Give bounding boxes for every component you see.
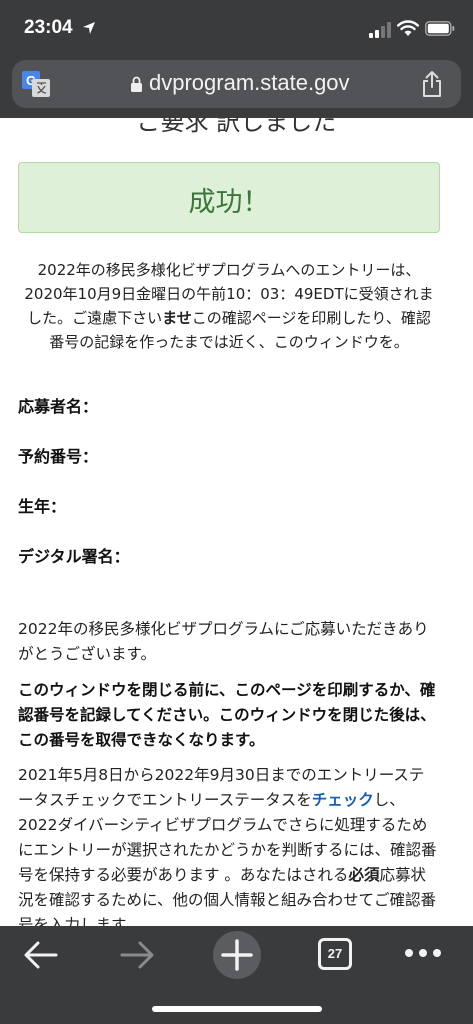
share-icon[interactable] — [420, 70, 444, 98]
warning-text: このウィンドウを閉じる前に、このページを印刷するか、確認番号を記録してください。… — [18, 681, 436, 749]
url-text[interactable]: dvprogram.state.gov — [149, 70, 350, 96]
lock-icon — [131, 76, 142, 92]
cellular-signal-icon — [369, 22, 391, 38]
wifi-icon — [397, 20, 419, 36]
address-bar[interactable]: G dvprogram.state.gov — [12, 60, 461, 108]
plus-icon — [221, 939, 253, 971]
tab-switcher-button[interactable]: 27 — [318, 938, 352, 970]
home-indicator — [152, 1006, 322, 1012]
more-menu-icon[interactable] — [403, 946, 443, 960]
browser-toolbar: 27 — [0, 926, 473, 1024]
status-check-bold: 必須 — [348, 866, 380, 884]
back-arrow-icon[interactable] — [22, 938, 60, 972]
battery-icon — [425, 21, 455, 36]
applicant-name-label: 応募者名： — [18, 397, 99, 416]
digital-signature-label: デジタル署名： — [18, 547, 130, 566]
browser-top-chrome: 23:04 G dvprogram.state.gov — [0, 0, 473, 118]
status-check-text: 2021年5月8日から2022年9月30日までのエントリーステータスチェックでエ… — [18, 763, 438, 926]
status-bar: 23:04 — [0, 0, 473, 58]
clipped-heading: ご要求 訳しました — [136, 118, 337, 136]
forward-arrow-icon[interactable] — [118, 938, 156, 972]
intro-text: 2022年の移民多様化ビザプログラムへのエントリーは、2020年10月9日金曜日… — [20, 258, 438, 354]
new-tab-button[interactable] — [213, 931, 261, 979]
confirmation-number-label: 予約番号： — [18, 447, 99, 466]
success-alert: 成功！ — [18, 162, 440, 233]
translate-icon[interactable]: G — [22, 71, 50, 97]
thanks-text: 2022年の移民多様化ビザプログラムにご応募いただきありがとうございます。 — [18, 620, 429, 663]
status-time: 23:04 — [24, 17, 73, 38]
location-arrow-icon — [83, 22, 95, 34]
success-message: 成功！ — [188, 187, 270, 218]
birth-year-label: 生年： — [18, 497, 67, 516]
status-check-link[interactable]: チェック — [312, 791, 374, 809]
intro-text-bold: ませ — [162, 309, 192, 327]
page-content: ご要求 訳しました 成功！ 2022年の移民多様化ビザプログラムへのエントリーは… — [0, 118, 473, 926]
